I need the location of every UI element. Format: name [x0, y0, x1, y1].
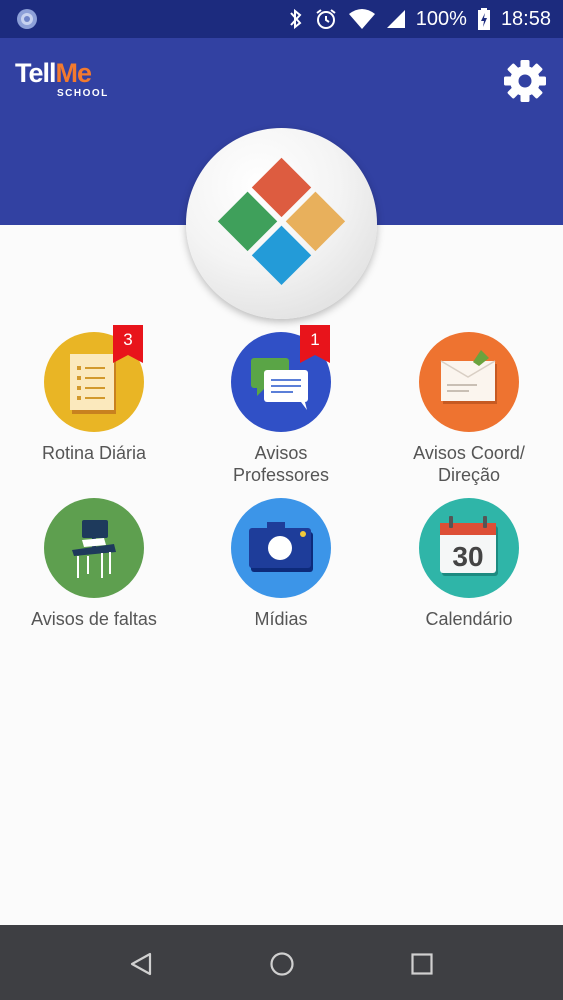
back-triangle-icon [130, 952, 152, 976]
notification-badge: 3 [113, 325, 143, 363]
recents-square-icon [411, 953, 433, 975]
logo-wordmark: TellMe [15, 58, 92, 88]
calendar-day-number: 30 [452, 541, 483, 572]
logo-subtitle: SCHOOL [57, 88, 109, 99]
status-icons: 100% 18:58 [288, 0, 551, 38]
alarm-icon [314, 7, 338, 31]
menu-item-avisos-coord-direcao[interactable]: Avisos Coord/ Direção [379, 332, 559, 486]
menu-item-calendario[interactable]: 30 Calendário [379, 498, 559, 630]
menu-label: Mídias [254, 609, 308, 629]
nav-back-button[interactable] [122, 945, 162, 985]
teacher-messages-icon: 1 [231, 325, 331, 432]
cell-signal-icon [386, 9, 406, 29]
menu-label: Calendário [425, 609, 513, 629]
daily-routine-icon: 3 [44, 325, 144, 432]
settings-button[interactable] [502, 58, 548, 104]
menu-item-midias[interactable]: Mídias [191, 498, 371, 630]
clock-time: 18:58 [500, 7, 551, 30]
app-logo: TellMe SCHOOL [15, 58, 109, 100]
nav-recents-button[interactable] [402, 945, 442, 985]
coordination-notices-icon [419, 332, 519, 432]
nav-home-button[interactable] [262, 945, 302, 985]
absence-desk-icon [44, 498, 144, 598]
menu-item-avisos-de-faltas[interactable]: Avisos de faltas [4, 498, 184, 630]
battery-percent: 100% [415, 7, 467, 30]
notification-badge: 1 [300, 325, 330, 363]
menu-label: Rotina Diária [41, 443, 147, 463]
status-bar: 100% 18:58 [0, 0, 563, 38]
menu-label: Avisos Professores [232, 443, 330, 485]
home-circle-icon [270, 952, 294, 976]
menu-item-avisos-professores[interactable]: 1 Avisos Professores [191, 325, 371, 486]
menu-label: Avisos Coord/ Direção [413, 443, 525, 485]
school-logo-icon [217, 157, 346, 286]
app-notification-icon [16, 8, 38, 35]
battery-charging-icon [477, 7, 491, 31]
system-navigation-bar [0, 925, 563, 1000]
menu-item-rotina-diaria[interactable]: 3 Rotina Diária [4, 325, 184, 464]
gear-icon [504, 60, 546, 102]
school-brand-emblem [186, 128, 377, 319]
wifi-icon [348, 8, 376, 30]
camera-icon [231, 498, 331, 598]
bluetooth-icon [288, 7, 304, 31]
calendar-icon: 30 [419, 498, 519, 598]
menu-label: Avisos de faltas [31, 609, 157, 629]
